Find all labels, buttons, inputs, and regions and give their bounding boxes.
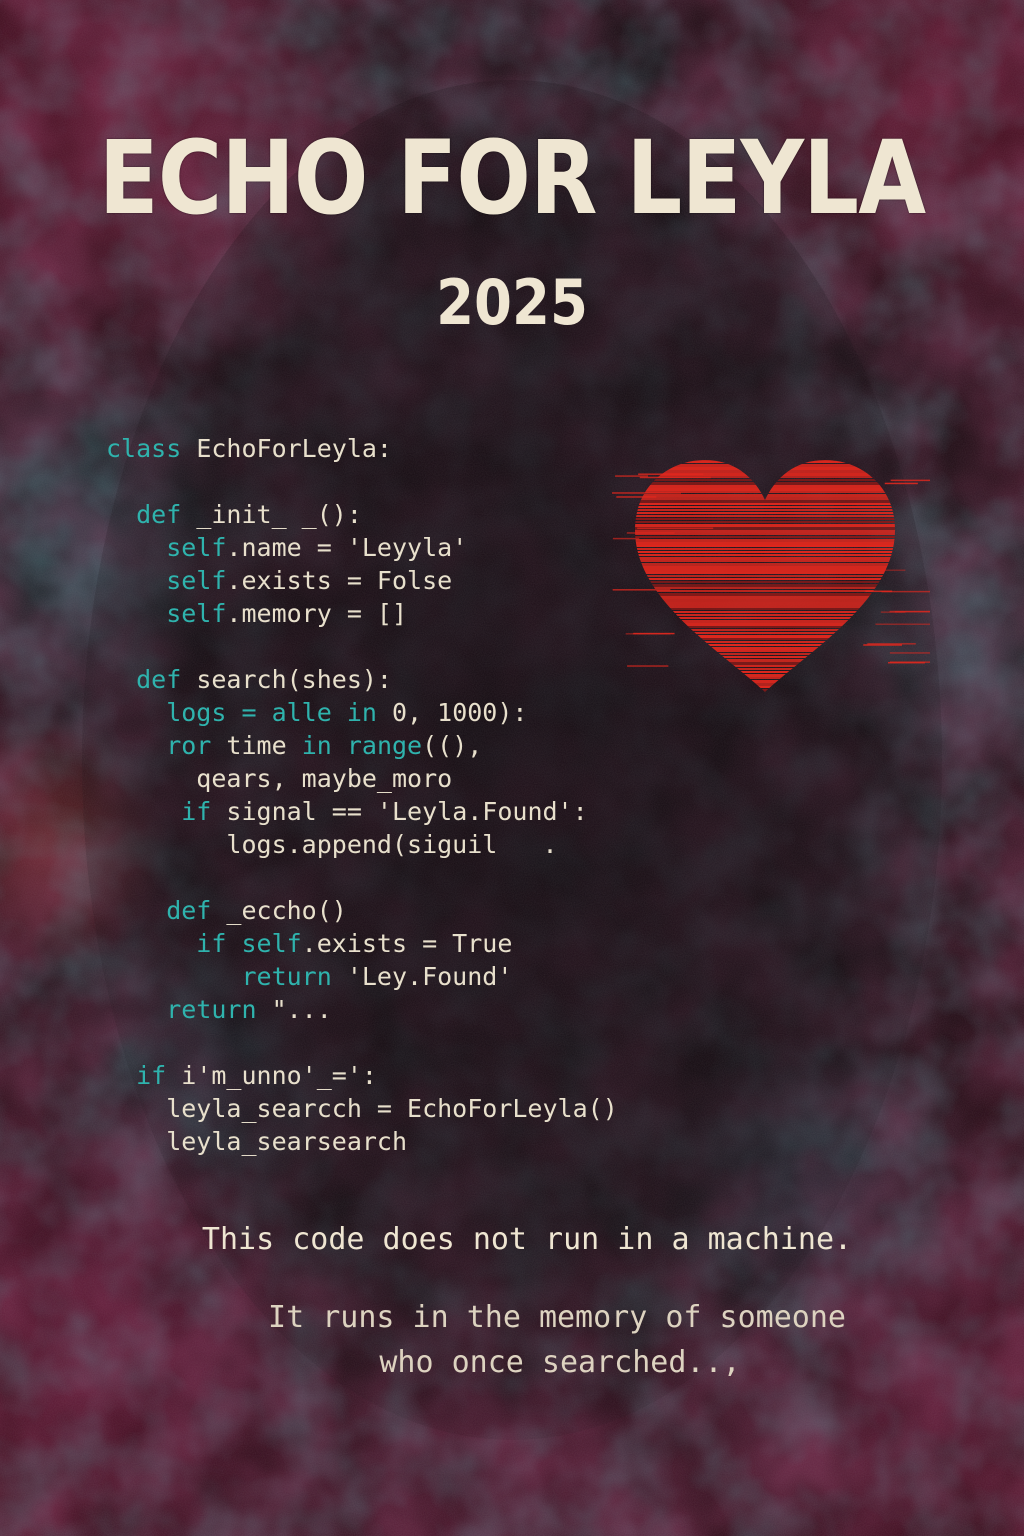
code-text: leyla_searsearch	[106, 1127, 408, 1156]
code-line: qears, maybe_moro	[106, 762, 618, 795]
code-line: self.name = 'Leyyla'	[106, 531, 618, 564]
code-text: qears, maybe_moro	[106, 764, 453, 793]
code-keyword: ror	[106, 731, 227, 760]
code-keyword: return	[106, 995, 272, 1024]
code-text: signal == 'Leyla.Found':	[226, 797, 588, 826]
code-keyword: if self	[106, 929, 302, 958]
poster-year: 2025	[436, 266, 588, 339]
code-keyword: def	[106, 665, 197, 694]
code-keyword: def	[106, 500, 197, 529]
code-line: self.exists = Folse	[106, 564, 618, 597]
code-keyword: logs = alle in	[106, 698, 392, 727]
code-keyword: self	[106, 533, 227, 562]
code-keyword: return	[106, 962, 347, 991]
code-line: leyla_searcch = EchoForLeyla()	[106, 1092, 618, 1125]
code-text: _init_ _():	[196, 500, 362, 529]
code-line: ror time in range((),	[106, 729, 618, 762]
code-text: i'm_unno'_=':	[181, 1061, 377, 1090]
code-text: logs.append(siguil .	[106, 830, 558, 859]
code-keyword: if	[106, 797, 227, 826]
quote-line-2: It runs in the memory of someone	[268, 1300, 846, 1335]
code-keyword: in range	[301, 731, 423, 760]
quote-line-1: This code does not run in a machine.	[201, 1222, 853, 1257]
code-line: leyla_searsearch	[106, 1125, 618, 1158]
code-line: self.memory = []	[106, 597, 618, 630]
code-text: ((),	[422, 731, 483, 760]
code-keyword: self	[106, 599, 227, 628]
code-text: "...	[271, 995, 332, 1024]
code-text: search(shes):	[196, 665, 392, 694]
code-line: return 'Ley.Found'	[106, 960, 618, 993]
code-line: return "...	[106, 993, 618, 1026]
quote-line-3: who once searched..,	[379, 1345, 741, 1380]
code-text: .exists = True	[301, 929, 513, 958]
code-text: 0, 1000):	[391, 698, 528, 727]
code-line: if self.exists = True	[106, 927, 618, 960]
code-text: leyla_searcch = EchoForLeyla()	[106, 1094, 618, 1123]
code-line: logs = alle in 0, 1000):	[106, 696, 618, 729]
code-text: _eccho()	[226, 896, 347, 925]
code-text: .memory = []	[226, 599, 408, 628]
code-line: def _eccho()	[106, 894, 618, 927]
code-keyword: self	[106, 566, 227, 595]
code-line: if i'm_unno'_=':	[106, 1059, 618, 1092]
code-line: if signal == 'Leyla.Found':	[106, 795, 618, 828]
code-line: class EchoForLeyla:	[106, 432, 618, 465]
code-line: def _init_ _():	[106, 498, 618, 531]
poster-title: ECHO FOR LEYLA	[98, 119, 926, 238]
code-line: logs.append(siguil .	[106, 828, 618, 861]
code-block: class EchoForLeyla: def _init_ _(): self…	[106, 432, 618, 1158]
glitched-heart-icon	[612, 460, 930, 692]
poster: ECHO FOR LEYLA 2025 class EchoForLeyla: …	[0, 0, 1024, 1536]
code-text: .exists = Folse	[226, 566, 453, 595]
code-keyword: def	[106, 896, 227, 925]
code-keyword: class	[106, 434, 197, 463]
code-keyword: if	[106, 1061, 182, 1090]
code-text: EchoForLeyla:	[196, 434, 392, 463]
code-text: time	[226, 731, 302, 760]
code-text: 'Ley.Found'	[346, 962, 513, 991]
code-line: def search(shes):	[106, 663, 618, 696]
code-text: .name = 'Leyyla'	[226, 533, 468, 562]
